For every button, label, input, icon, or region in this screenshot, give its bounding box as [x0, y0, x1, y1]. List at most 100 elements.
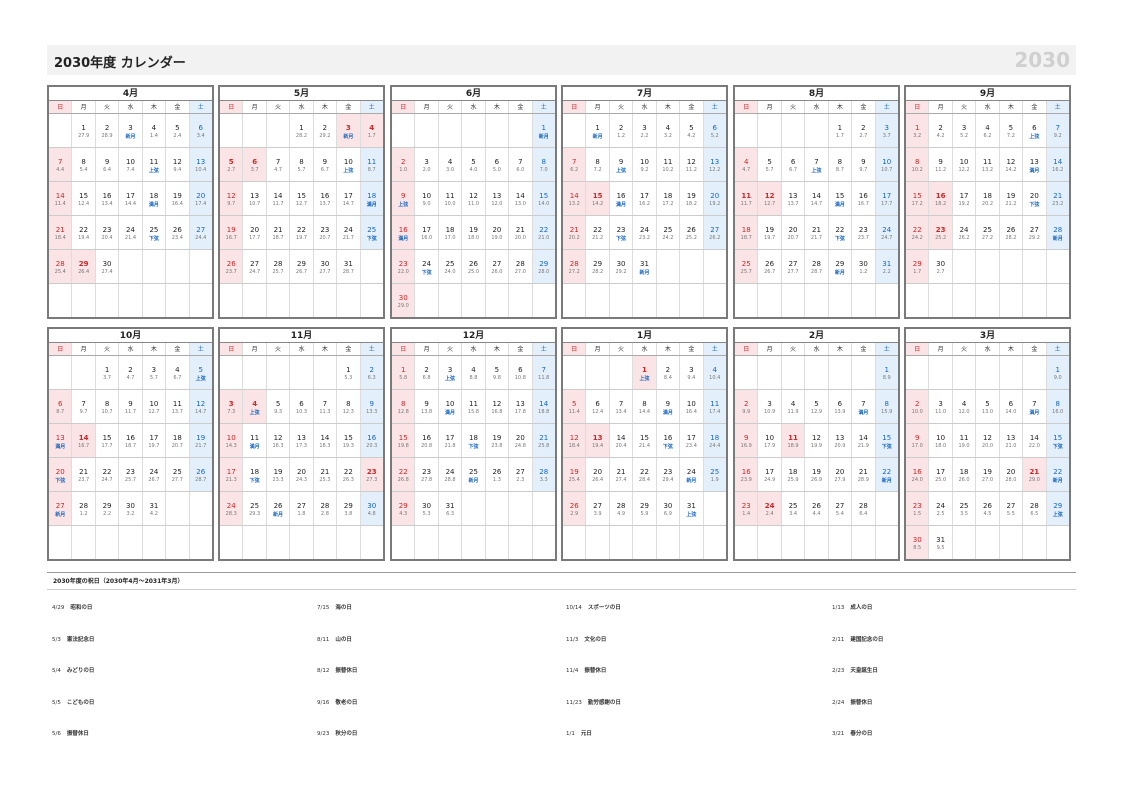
- moon-age: 24.0: [911, 477, 923, 483]
- day-number: 28: [616, 502, 626, 510]
- day-number: 16: [935, 192, 946, 200]
- day-cell: 28 6.4: [852, 492, 876, 525]
- day-cell: 6 5.2: [703, 114, 726, 147]
- moon-age: 2.3: [516, 477, 525, 483]
- day-number: 8: [837, 158, 843, 166]
- moon-age: 4.2: [149, 511, 158, 517]
- day-cell: 4 3.0: [439, 148, 463, 181]
- day-cell: 9 16.9: [735, 424, 759, 457]
- day-number: 6: [1008, 400, 1014, 408]
- day-number: 4: [743, 158, 749, 166]
- day-number: 31: [640, 260, 649, 268]
- moon-phase-label: 下弦: [366, 236, 377, 242]
- moon-age: 19.2: [958, 201, 970, 207]
- holiday-date: 5/5: [52, 699, 61, 706]
- day-number: 11: [445, 192, 455, 200]
- day-cell: 2 8.4: [657, 356, 681, 389]
- empty-cell: [243, 526, 267, 559]
- day-cell: 11 17.4: [703, 390, 726, 423]
- empty-cell: [266, 356, 291, 389]
- holiday-item: 11/4 振替休日: [566, 666, 606, 674]
- moon-age: 24.4: [709, 443, 721, 449]
- weekday-label: 月: [72, 101, 96, 113]
- moon-age: 25.8: [538, 443, 550, 449]
- empty-cell: [852, 356, 876, 389]
- weekday-label: 金: [680, 101, 704, 113]
- day-number: 1: [837, 124, 843, 132]
- day-cell: 11 上弦: [143, 148, 167, 181]
- day-number: 6: [790, 158, 796, 166]
- moon-age: 16.7: [78, 443, 90, 449]
- day-cell: 4 6.7: [166, 356, 190, 389]
- moon-age: 27.4: [101, 269, 113, 275]
- day-number: 16: [858, 192, 868, 200]
- day-cell: 16 18.2: [929, 182, 953, 215]
- day-cell: 25 29.3: [243, 492, 267, 525]
- day-number: 2: [618, 124, 624, 132]
- moon-age: 4.4: [56, 167, 65, 173]
- day-cell: 27 26.2: [703, 216, 726, 249]
- week-row: 7 6.2 8 7.2 9 上弦 10 9.2 11 10.2 12 11.2 13 12.2: [563, 148, 726, 182]
- moon-age: 24.2: [911, 235, 923, 241]
- moon-age: 23.7: [857, 235, 869, 241]
- day-cell: 13 満月: [49, 424, 73, 457]
- day-number: 23: [741, 502, 751, 510]
- day-number: 4: [471, 366, 476, 374]
- day-cell: 7 4.7: [267, 148, 291, 181]
- moon-phase-label: 上弦: [398, 202, 409, 208]
- moon-age: 16.9: [740, 443, 752, 449]
- moon-age: 1.4: [742, 511, 751, 517]
- weekday-label: 火: [953, 101, 977, 113]
- day-cell: 18 満月: [143, 182, 167, 215]
- moon-age: 2.4: [765, 511, 774, 517]
- day-cell: 15 17.2: [906, 182, 930, 215]
- day-number: 23: [663, 468, 673, 476]
- empty-cell: [758, 114, 782, 147]
- empty-cell: [119, 526, 143, 559]
- weekday-label: 木: [143, 101, 167, 113]
- weekday-label: 日: [392, 101, 416, 113]
- moon-age: 25.2: [685, 235, 697, 241]
- moon-age: 17.4: [709, 409, 721, 415]
- day-number: 18: [788, 468, 798, 476]
- moon-age: 24.2: [662, 235, 674, 241]
- week-row: 3 7.3 4 上弦 5 9.3 6 10.3 7 11.3 8 12.3 9 13.3: [220, 390, 383, 424]
- moon-age: 4.5: [983, 511, 992, 517]
- moon-phase-label: 新月: [273, 512, 284, 518]
- day-cell: 19 23.8: [486, 424, 510, 457]
- moon-age: 3.4: [196, 133, 205, 139]
- day-number: 25: [983, 226, 992, 234]
- day-cell: 7 満月: [1023, 390, 1047, 423]
- moon-age: 19.2: [709, 201, 721, 207]
- day-cell: 6 10.3: [290, 390, 314, 423]
- moon-age: 21.4: [124, 235, 137, 241]
- day-number: 22: [343, 468, 353, 476]
- day-cell: 5 13.0: [976, 390, 1000, 423]
- day-cell: 20 20.7: [782, 216, 806, 249]
- day-cell: 13 12.2: [703, 148, 726, 181]
- day-number: 24: [959, 226, 969, 234]
- week-row: 12 18.4 13 19.4 14 20.4 15 21.4 16 下弦 17 23.4 18 24.4: [563, 424, 726, 458]
- day-number: 23: [912, 502, 922, 510]
- day-cell: 17 21.8: [439, 424, 463, 457]
- day-number: 28: [1029, 502, 1039, 510]
- month-name: 6月: [392, 87, 555, 101]
- day-cell: 22 新月: [1046, 458, 1069, 491]
- moon-phase-label: 新月: [639, 270, 650, 276]
- holiday-name: みどりの日: [66, 668, 95, 674]
- moon-phase-label: 新月: [125, 134, 136, 140]
- moon-age: 29.2: [615, 269, 627, 275]
- moon-age: 4.2: [936, 133, 945, 139]
- moon-age: 1.8: [297, 511, 306, 517]
- day-cell: 28 25.4: [49, 250, 73, 283]
- moon-age: 16.0: [421, 235, 433, 241]
- week-row: [906, 284, 1069, 317]
- day-cell: 31 6.3: [439, 492, 463, 525]
- weekday-label: 土: [875, 101, 898, 113]
- week-row: 26 23.7 27 24.7 28 25.7 29 26.7 30 27.7 31 28.7: [220, 250, 383, 284]
- moon-phase-label: 新月: [686, 478, 697, 484]
- week-row: 6 8.7 7 9.7 8 10.7 9 11.7 10 12.7 11 13.7 12 14.7: [49, 390, 212, 424]
- week-row: 16 満月 17 16.0 18 17.0 19 18.0 20 19.0 21 20.0 22 21.0: [392, 216, 555, 250]
- day-cell: 14 22.0: [1023, 424, 1047, 457]
- moon-age: 1.9: [710, 477, 719, 483]
